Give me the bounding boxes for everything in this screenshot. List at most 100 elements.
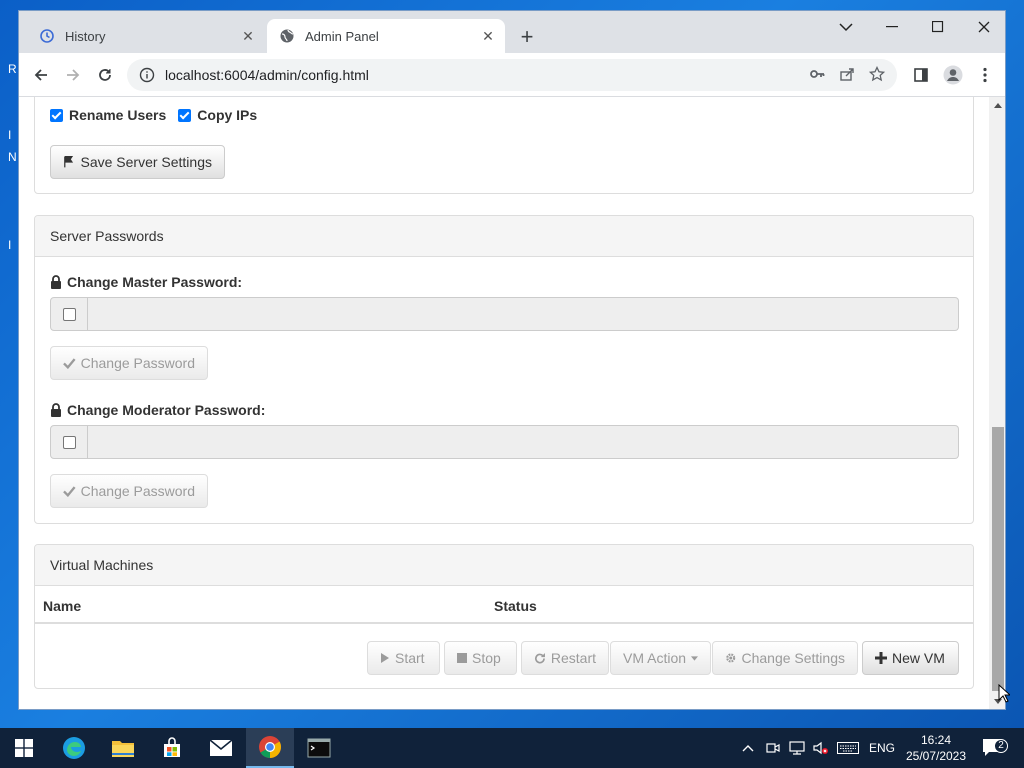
maximize-button[interactable] — [915, 11, 961, 43]
close-icon[interactable]: ✕ — [237, 25, 259, 47]
clock-time: 16:24 — [920, 733, 952, 747]
history-icon — [39, 28, 55, 44]
moderator-password-input[interactable] — [88, 425, 959, 459]
start-button-windows-icon[interactable] — [0, 728, 48, 768]
chrome-icon[interactable] — [246, 728, 294, 768]
keyboard-icon[interactable] — [835, 728, 861, 768]
terminal-icon[interactable] — [295, 728, 343, 768]
volume-muted-icon[interactable] — [811, 728, 831, 768]
key-icon[interactable] — [809, 66, 825, 85]
permission-checkboxes: Rename Users Copy IPs — [50, 107, 257, 123]
language-indicator[interactable]: ENG — [864, 728, 900, 768]
rename-users-checkbox[interactable] — [50, 108, 63, 122]
master-password-enable-checkbox[interactable] — [62, 307, 76, 321]
moderator-password-addon — [50, 425, 88, 459]
copy-ips-label: Copy IPs — [197, 107, 258, 123]
tab-title: Admin Panel — [305, 28, 379, 44]
save-server-settings-button[interactable]: Save Server Settings — [50, 145, 225, 179]
caret-down-icon — [691, 655, 698, 661]
stop-label: Stop — [472, 650, 501, 666]
profile-avatar[interactable] — [941, 63, 965, 87]
mouse-cursor-icon — [998, 684, 1010, 703]
server-passwords-heading: Server Passwords — [35, 216, 973, 257]
menu-dots-icon[interactable] — [973, 63, 997, 87]
master-password-addon — [50, 297, 88, 331]
network-icon[interactable] — [787, 728, 807, 768]
master-password-input[interactable] — [88, 297, 959, 331]
change-settings-button[interactable]: Change Settings — [712, 641, 858, 675]
reload-icon[interactable] — [93, 63, 117, 87]
vm-action-dropdown[interactable]: VM Action — [610, 641, 711, 675]
checkmark-icon — [63, 358, 76, 369]
minimize-button[interactable] — [869, 11, 915, 43]
page-content: Rename Users Copy IPs Save Server Settin… — [19, 97, 989, 709]
side-panel-icon[interactable] — [909, 63, 933, 87]
save-flag-icon — [64, 156, 74, 168]
moderator-password-enable-checkbox[interactable] — [62, 435, 76, 449]
restart-button[interactable]: Restart — [521, 641, 609, 675]
master-password-label: Change Master Password: — [50, 274, 242, 290]
close-window-button[interactable] — [961, 11, 1005, 43]
scrollbar-thumb[interactable] — [992, 427, 1004, 691]
save-server-settings-label: Save Server Settings — [80, 154, 212, 170]
chevron-up-icon[interactable] — [738, 728, 758, 768]
stop-button[interactable]: Stop — [444, 641, 517, 675]
server-settings-panel: Rename Users Copy IPs Save Server Settin… — [34, 97, 974, 194]
notification-count: 2 — [994, 739, 1008, 753]
mail-icon[interactable] — [197, 728, 245, 768]
globe-icon — [279, 28, 295, 44]
start-button[interactable]: Start — [367, 641, 440, 675]
back-icon[interactable] — [29, 63, 53, 87]
tab-history[interactable]: History ✕ — [27, 19, 265, 53]
column-header-status: Status — [494, 598, 537, 614]
clock[interactable]: 16:24 25/07/2023 — [902, 728, 970, 768]
rename-users-label: Rename Users — [69, 107, 167, 123]
moderator-password-label: Change Moderator Password: — [50, 402, 265, 418]
lock-icon — [51, 403, 61, 417]
new-vm-button[interactable]: New VM — [862, 641, 959, 675]
play-icon — [381, 653, 389, 663]
camera-icon[interactable] — [763, 728, 783, 768]
tab-search-icon[interactable] — [823, 11, 869, 43]
notifications-icon[interactable]: 2 — [978, 728, 1008, 768]
clock-date: 25/07/2023 — [905, 749, 967, 763]
edge-icon[interactable] — [50, 728, 98, 768]
close-icon[interactable]: ✕ — [477, 25, 499, 47]
server-passwords-panel: Server Passwords Change Master Password:… — [34, 215, 974, 524]
start-label: Start — [395, 650, 425, 666]
column-header-name: Name — [43, 598, 82, 614]
moderator-password-label-text: Change Moderator Password: — [67, 402, 266, 418]
share-icon[interactable] — [839, 66, 855, 85]
tab-title: History — [65, 28, 106, 44]
copy-ips-checkbox[interactable] — [178, 108, 192, 122]
change-master-password-button[interactable]: Change Password — [50, 346, 208, 380]
change-master-password-label: Change Password — [80, 355, 195, 371]
vm-table-header: Name Status — [35, 586, 973, 624]
change-moderator-password-label: Change Password — [80, 483, 195, 499]
taskbar: ENG 16:24 25/07/2023 2 — [0, 728, 1024, 768]
browser-window: History ✕ Admin Panel ✕ + localhost:6004… — [18, 10, 1006, 710]
file-explorer-icon[interactable] — [99, 728, 147, 768]
scroll-up-arrow-icon[interactable] — [994, 103, 1002, 108]
info-icon[interactable] — [139, 67, 155, 83]
change-moderator-password-button[interactable]: Change Password — [50, 474, 208, 508]
forward-icon[interactable] — [61, 63, 85, 87]
page-scrollbar[interactable] — [989, 97, 1005, 709]
vm-action-label: VM Action — [623, 650, 687, 666]
stop-icon — [457, 653, 467, 663]
url-text: localhost:6004/admin/config.html — [165, 67, 369, 83]
tab-strip: History ✕ Admin Panel ✕ + — [19, 11, 1005, 53]
master-password-label-text: Change Master Password: — [67, 274, 243, 290]
new-tab-button[interactable]: + — [515, 24, 539, 49]
plus-icon — [875, 652, 887, 664]
checkmark-icon — [63, 486, 76, 497]
desktop-icon-labels: RINI — [8, 62, 17, 252]
moderator-password-group — [50, 425, 959, 459]
address-bar[interactable]: localhost:6004/admin/config.html — [127, 59, 897, 91]
store-icon[interactable] — [148, 728, 196, 768]
refresh-icon — [535, 652, 545, 663]
bookmark-star-icon[interactable] — [868, 65, 886, 85]
restart-label: Restart — [550, 650, 596, 666]
gear-icon — [726, 653, 736, 663]
tab-admin-panel[interactable]: Admin Panel ✕ — [267, 19, 505, 53]
